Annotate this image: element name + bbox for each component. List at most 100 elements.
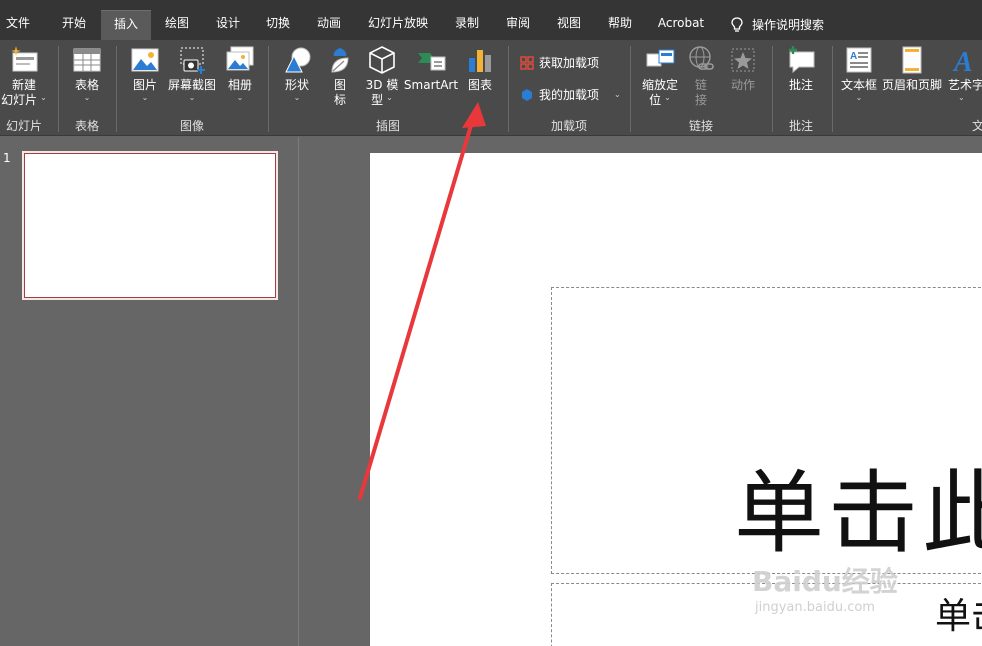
slide-thumbnail[interactable] [22, 151, 278, 300]
group-separator [58, 46, 59, 132]
tab-slideshow[interactable]: 幻灯片放映 [360, 10, 436, 40]
table-icon [71, 44, 103, 76]
svg-text:A: A [850, 51, 857, 62]
table-button[interactable]: 表格 ⌄ [66, 44, 108, 103]
my-addins-icon [522, 88, 532, 101]
tab-transitions[interactable]: 切换 [254, 10, 302, 40]
star-icon [727, 44, 759, 76]
group-slides-label: 幻灯片 [5, 119, 42, 133]
chart-button[interactable]: 图表 [462, 44, 498, 93]
header-footer-button[interactable]: 页眉和页脚 [880, 44, 944, 93]
shapes-label: 形状 [284, 78, 309, 92]
new-slide-label-2: 幻灯片 [1, 93, 38, 107]
group-separator [508, 46, 509, 132]
table-label: 表格 [74, 78, 99, 92]
chevron-down-icon: ⌄ [293, 93, 301, 102]
ribbon-insert: 新建 幻灯片⌄ 幻灯片 表格 ⌄ 表格 图片 ⌄ 屏幕截图 ⌄ 相册 ⌄ 图像 [0, 40, 982, 136]
wordart-button[interactable]: A 艺术字 ⌄ [946, 44, 982, 103]
3d-models-label-1: 3D 模 [365, 78, 399, 92]
tab-draw[interactable]: 绘图 [152, 10, 202, 40]
chevron-down-icon: ⌄ [141, 93, 149, 102]
screenshot-button[interactable]: 屏幕截图 ⌄ [166, 44, 218, 103]
chevron-down-icon: ⌄ [188, 93, 196, 102]
tab-home[interactable]: 开始 [48, 10, 100, 40]
tab-animations[interactable]: 动画 [305, 10, 353, 40]
subtitle-placeholder-text: 单击 [935, 596, 982, 637]
chevron-down-icon: ⌄ [83, 93, 91, 102]
lightbulb-icon [731, 17, 743, 32]
tell-me-label: 操作说明搜索 [752, 18, 825, 32]
chevron-down-icon[interactable]: ⌄ [614, 90, 621, 100]
link-label-2: 接 [694, 93, 707, 107]
3d-models-button[interactable]: 3D 模 型 ⌄ [362, 44, 402, 108]
smartart-icon [415, 44, 447, 76]
3d-models-label-2: 型 [371, 93, 384, 107]
group-comments-label: 批注 [788, 119, 813, 133]
header-footer-icon [896, 44, 928, 76]
photo-album-icon [224, 44, 256, 76]
tab-design[interactable]: 设计 [203, 10, 253, 40]
chevron-down-icon: ⌄ [664, 93, 671, 102]
chevron-down-icon: ⌄ [386, 93, 393, 102]
chevron-down-icon: ⌄ [958, 93, 965, 102]
get-addins-label: 获取加载项 [539, 56, 600, 70]
zoom-label-2: 位 [649, 93, 662, 107]
my-addins-button[interactable]: 我的加载项 ⌄ [520, 86, 621, 103]
chevron-down-icon: ⌄ [855, 93, 863, 102]
tab-help[interactable]: 帮助 [597, 10, 643, 40]
slide-thumbnail-pane: 1 [0, 137, 299, 646]
pictures-label: 图片 [132, 78, 157, 92]
group-illustrations-label: 插图 [375, 119, 400, 133]
tab-record[interactable]: 录制 [444, 10, 490, 40]
tab-view[interactable]: 视图 [546, 10, 592, 40]
group-separator [268, 46, 269, 132]
watermark-logo: Baidu经验 [752, 565, 898, 598]
smartart-label: SmartArt [403, 78, 459, 92]
title-placeholder-text: 单击此 [734, 461, 982, 566]
link-icon [685, 44, 717, 76]
new-slide-icon [8, 44, 40, 76]
get-addins-button[interactable]: 获取加载项 [520, 54, 599, 71]
picture-icon [129, 44, 161, 76]
photo-album-button[interactable]: 相册 ⌄ [222, 44, 258, 103]
tab-review[interactable]: 审阅 [495, 10, 541, 40]
zoom-button[interactable]: 缩放定 位 ⌄ [638, 44, 682, 108]
my-addins-label: 我的加载项 [539, 88, 600, 102]
group-tables-label: 表格 [74, 119, 99, 133]
action-label: 动作 [730, 78, 755, 92]
group-separator [832, 46, 833, 132]
new-slide-label-1: 新建 [11, 78, 36, 92]
photo-album-label: 相册 [227, 78, 252, 92]
smartart-button[interactable]: SmartArt [404, 44, 458, 93]
link-button[interactable]: 链 接 [684, 44, 718, 108]
icons-label-1: 图 [333, 78, 346, 92]
textbox-button[interactable]: A 文本框 ⌄ [838, 44, 880, 103]
header-footer-label: 页眉和页脚 [881, 78, 942, 92]
group-text-label: 文 [972, 119, 982, 133]
wordart-label: 艺术字 [948, 78, 982, 92]
tab-acrobat[interactable]: Acrobat [648, 10, 714, 40]
tell-me-search[interactable]: 操作说明搜索 [730, 10, 842, 40]
comment-button[interactable]: 批注 [780, 44, 822, 93]
wordart-icon: A [950, 44, 982, 78]
icons-label-2: 标 [333, 93, 346, 107]
comment-icon [785, 44, 817, 76]
pictures-button[interactable]: 图片 ⌄ [126, 44, 164, 103]
store-icon [520, 55, 534, 70]
action-button[interactable]: 动作 [724, 44, 762, 93]
screenshot-icon [176, 44, 208, 76]
textbox-label: 文本框 [840, 78, 877, 92]
icons-button[interactable]: 图 标 [322, 44, 358, 108]
shapes-button[interactable]: 形状 ⌄ [278, 44, 316, 103]
slide-thumbnail-canvas [24, 153, 276, 298]
group-images-label: 图像 [179, 119, 204, 133]
chart-label: 图表 [467, 78, 492, 92]
new-slide-button[interactable]: 新建 幻灯片 ⌄ [1, 44, 47, 108]
chart-icon [464, 44, 496, 76]
comment-label: 批注 [788, 78, 813, 92]
group-separator [772, 46, 773, 132]
tab-insert[interactable]: 插入 [101, 10, 151, 40]
textbox-icon: A [843, 44, 875, 76]
link-label-1: 链 [694, 78, 707, 92]
tab-file[interactable]: 文件 [0, 10, 36, 40]
